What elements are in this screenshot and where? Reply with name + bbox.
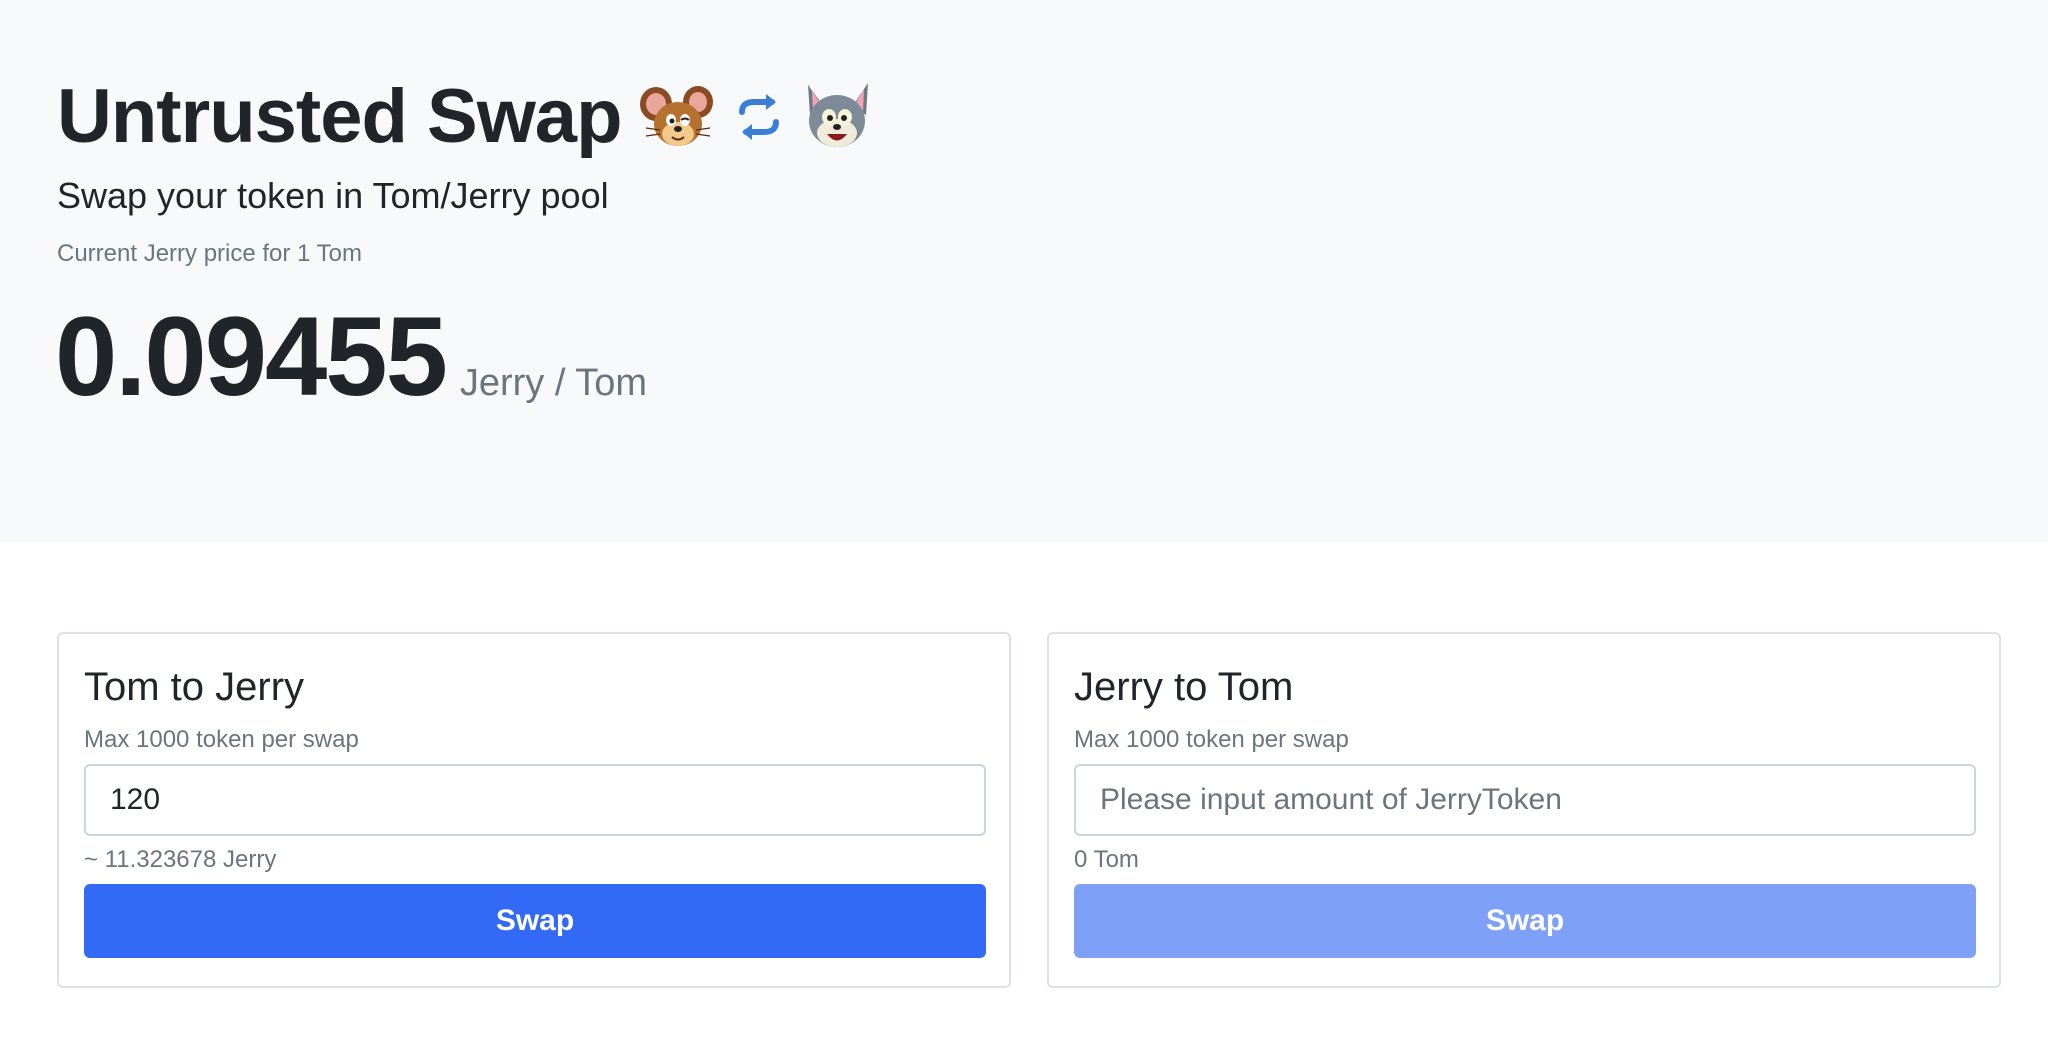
tom-amount-input[interactable] <box>84 764 986 836</box>
page-subtitle: Swap your token in Tom/Jerry pool <box>57 175 609 216</box>
tom-estimate: 0 Tom <box>1074 846 1139 873</box>
title-row: Untrusted Swap <box>57 72 874 162</box>
price-caption: Current Jerry price for 1 Tom <box>57 240 362 267</box>
price-display: 0.09455 Jerry / Tom <box>55 292 647 422</box>
tom-cat-icon <box>800 81 874 153</box>
jerry-mouse-icon <box>638 82 718 152</box>
max-token-hint: Max 1000 token per swap <box>84 726 359 753</box>
hero-section: Untrusted Swap Swap your token in Tom/Je… <box>0 0 2048 542</box>
page-title: Untrusted Swap <box>57 74 622 159</box>
jerry-to-tom-swap-button[interactable]: Swap <box>1074 884 1976 958</box>
price-unit: Jerry / Tom <box>459 362 648 404</box>
card-title: Tom to Jerry <box>84 665 305 709</box>
jerry-amount-input[interactable] <box>1074 764 1976 836</box>
jerry-to-tom-card: Jerry to Tom Max 1000 token per swap 0 T… <box>1047 632 2001 988</box>
card-title: Jerry to Tom <box>1074 665 1294 709</box>
swap-arrows-icon <box>734 92 784 142</box>
price-value: 0.09455 <box>55 294 448 419</box>
tom-to-jerry-swap-button[interactable]: Swap <box>84 884 986 958</box>
tom-to-jerry-card: Tom to Jerry Max 1000 token per swap ~ 1… <box>57 632 1011 988</box>
jerry-estimate: ~ 11.323678 Jerry <box>84 846 277 873</box>
max-token-hint: Max 1000 token per swap <box>1074 726 1349 753</box>
